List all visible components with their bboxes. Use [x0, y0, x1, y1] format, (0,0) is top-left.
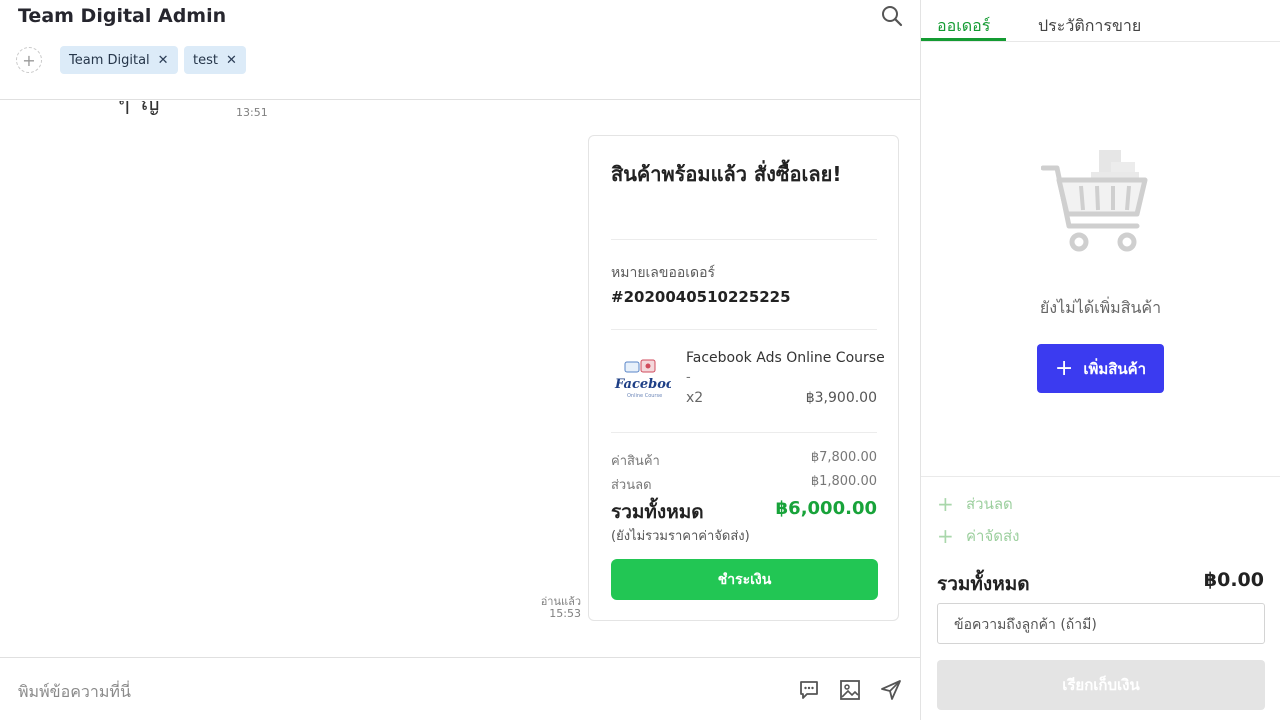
add-shipping-button[interactable]: + ค่าจัดส่ง	[937, 524, 1019, 548]
add-tag-button[interactable]: +	[16, 47, 42, 73]
product-quantity: x2	[686, 390, 704, 406]
side-total-value: ฿0.00	[1203, 569, 1264, 591]
customer-note-input[interactable]: ข้อความถึงลูกค้า (ถ้ามี)	[937, 603, 1265, 644]
total-value: ฿6,000.00	[775, 498, 877, 519]
plus-icon: +	[937, 524, 954, 548]
empty-cart-icon	[1041, 150, 1148, 252]
chat-header: Team Digital Admin + Team Digital ✕ test…	[0, 0, 920, 100]
order-card: สินค้าพร้อมแล้ว สั่งซื้อเลย! หมายเลขออเด…	[588, 135, 899, 621]
plus-icon: +	[22, 50, 36, 70]
subtotal-value: ฿7,800.00	[810, 450, 877, 465]
message-timestamp: 13:51	[236, 106, 268, 119]
message-list[interactable]: ๆ ญ 13:51 อ่านแล้ว 15:53 สินค้าพร้อมแล้ว…	[0, 101, 920, 657]
product-name: Facebook Ads Online Course	[686, 350, 885, 366]
discount-label: ส่วนลด	[611, 478, 652, 493]
order-card-title: สินค้าพร้อมแล้ว สั่งซื้อเลย!	[611, 162, 842, 186]
tag-team-digital: Team Digital ✕	[60, 46, 178, 74]
total-note: (ยังไม่รวมราคาค่าจัดส่ง)	[611, 529, 750, 544]
message-text-partial: ๆ ญ	[118, 101, 162, 116]
send-icon	[881, 680, 901, 700]
pay-button[interactable]: ชำระเงิน	[611, 559, 878, 600]
add-shipping-label: ค่าจัดส่ง	[966, 527, 1020, 545]
tag-label: Team Digital	[69, 52, 150, 68]
plus-icon: +	[937, 492, 954, 516]
order-number-label: หมายเลขออเดอร์	[611, 265, 716, 281]
chat-pane: Team Digital Admin + Team Digital ✕ test…	[0, 0, 921, 720]
tab-orders[interactable]: ออเดอร์	[937, 14, 990, 39]
tab-sales-history[interactable]: ประวัติการขาย	[1038, 14, 1141, 39]
quick-reply-icon	[800, 681, 818, 699]
divider	[611, 329, 877, 330]
app-root: Team Digital Admin + Team Digital ✕ test…	[0, 0, 1280, 720]
product-variant: -	[686, 370, 691, 385]
add-discount-button[interactable]: + ส่วนลด	[937, 492, 1013, 516]
tag-label: test	[193, 52, 218, 68]
product-price: ฿3,900.00	[805, 390, 877, 406]
remove-tag-icon[interactable]: ✕	[158, 53, 169, 68]
quick-reply-button[interactable]	[797, 678, 821, 702]
active-tab-indicator	[921, 38, 1006, 41]
discount-value: ฿1,800.00	[810, 474, 877, 489]
add-product-button[interactable]: + เพิ่มสินค้า	[1037, 344, 1164, 393]
remove-tag-icon[interactable]: ✕	[226, 53, 237, 68]
chat-title: Team Digital Admin	[18, 5, 227, 27]
add-product-label: เพิ่มสินค้า	[1083, 359, 1147, 378]
search-icon	[882, 6, 903, 27]
order-side-panel: ออเดอร์ ประวัติการขาย ยังไม่ได้เพิ่มสินค…	[921, 0, 1280, 720]
image-upload-button[interactable]	[838, 678, 862, 702]
thumb-brand-text: Facebook	[614, 377, 671, 392]
product-thumbnail: Facebook Online Course	[611, 358, 671, 404]
subtotal-label: ค่าสินค้า	[611, 454, 660, 469]
total-label: รวมทั้งหมด	[611, 501, 704, 523]
message-composer: พิมพ์ข้อความที่นี่	[0, 657, 920, 720]
side-total-label: รวมทั้งหมด	[937, 573, 1030, 595]
divider	[611, 239, 877, 240]
collect-payment-button[interactable]: เรียกเก็บเงิน	[937, 660, 1265, 710]
add-discount-label: ส่วนลด	[966, 495, 1013, 513]
send-button[interactable]	[879, 678, 903, 702]
side-tabs: ออเดอร์ ประวัติการขาย	[921, 0, 1280, 42]
thumb-sub-text: Online Course	[627, 393, 662, 399]
message-timestamp: 15:53	[549, 607, 581, 620]
tag-test: test ✕	[184, 46, 246, 74]
message-input[interactable]: พิมพ์ข้อความที่นี่	[18, 680, 131, 705]
image-icon	[840, 680, 860, 700]
order-number: #2020040510225225	[611, 288, 791, 306]
divider	[611, 432, 877, 433]
empty-cart-text: ยังไม่ได้เพิ่มสินค้า	[1039, 298, 1162, 317]
divider	[921, 476, 1280, 477]
plus-icon: +	[1054, 355, 1074, 381]
search-button[interactable]	[878, 2, 906, 30]
